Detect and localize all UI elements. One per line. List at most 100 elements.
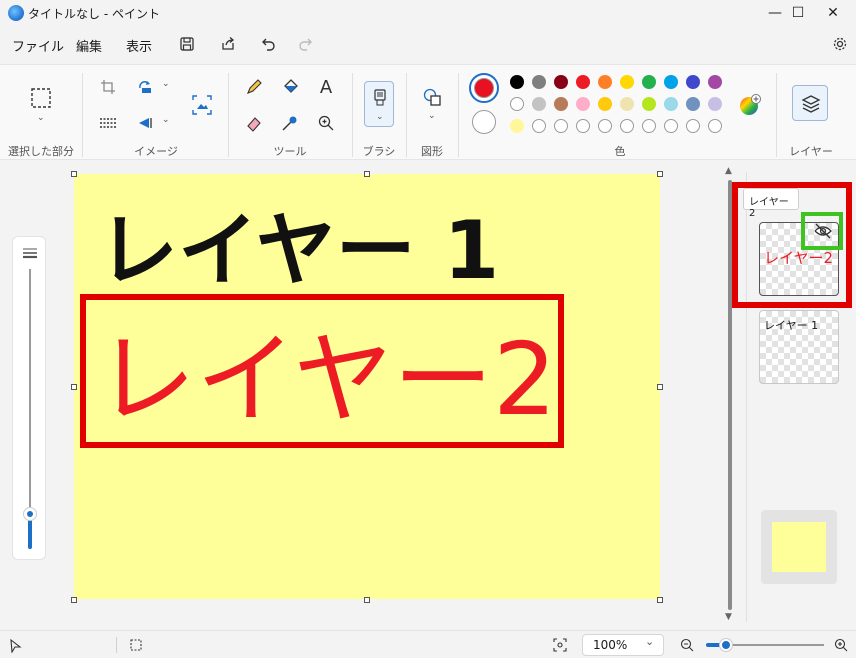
chevron-down-icon[interactable]: ⌄ (428, 111, 436, 121)
color-swatch[interactable] (510, 119, 524, 133)
color-swatch[interactable] (510, 75, 524, 89)
save-icon[interactable] (177, 34, 197, 54)
color-swatch[interactable] (598, 75, 612, 89)
slider-thumb[interactable] (23, 507, 37, 521)
resize-handle-right[interactable] (657, 384, 663, 390)
color-swatch[interactable] (576, 75, 590, 89)
color-swatch[interactable] (620, 97, 634, 111)
color-swatch[interactable] (576, 97, 590, 111)
edit-colors-icon[interactable] (738, 93, 762, 117)
chevron-down-icon[interactable]: ⌄ (37, 113, 45, 123)
color-swatch[interactable] (532, 75, 546, 89)
resize-handle-bottom[interactable] (364, 597, 370, 603)
empty-color-slot[interactable] (532, 119, 546, 133)
ribbon-divider (458, 73, 459, 157)
color-swatch[interactable] (664, 75, 678, 89)
background-layer-item[interactable] (761, 510, 837, 584)
group-label-tools: ツール (273, 145, 307, 158)
paint-app-icon (8, 5, 24, 21)
color-swatch[interactable] (510, 97, 524, 111)
zoom-out-icon[interactable] (680, 638, 694, 652)
select-rectangle-icon[interactable] (28, 85, 54, 111)
color-swatch[interactable] (554, 75, 568, 89)
ribbon-divider (776, 73, 777, 157)
color-swatch[interactable] (620, 75, 634, 89)
pencil-icon[interactable] (242, 75, 266, 99)
status-bar: 100% ⌄ (0, 630, 856, 658)
color-swatch[interactable] (642, 75, 656, 89)
layers-button[interactable] (792, 85, 828, 121)
chevron-down-icon: ⌄ (376, 112, 384, 122)
magnifier-icon[interactable] (314, 111, 338, 135)
zoom-dropdown[interactable]: 100% ⌄ (582, 634, 664, 656)
selection-size-icon (130, 639, 142, 651)
brush-button[interactable]: ⌄ (364, 81, 394, 127)
settings-gear-icon[interactable] (830, 34, 850, 54)
color-swatch[interactable] (532, 97, 546, 111)
secondary-color-button[interactable] (472, 110, 496, 134)
resize-handle-top[interactable] (364, 171, 370, 177)
scroll-up-icon[interactable]: ▲ (725, 166, 732, 176)
zoom-value: 100% (593, 638, 628, 652)
resize-handle-top-left[interactable] (71, 171, 77, 177)
menu-file[interactable]: ファイル (12, 36, 64, 55)
color-swatch[interactable] (642, 97, 656, 111)
drawing-canvas[interactable]: レイヤー 1 レイヤー2 (74, 174, 660, 599)
zoom-in-icon[interactable] (834, 638, 848, 652)
color-swatch[interactable] (708, 97, 722, 111)
color-picker-icon[interactable] (278, 111, 302, 135)
brush-size-slider[interactable] (12, 236, 46, 560)
eraser-icon[interactable] (242, 111, 266, 135)
color-swatch[interactable] (664, 97, 678, 111)
fit-to-window-icon[interactable] (553, 638, 567, 652)
color-swatch[interactable] (554, 97, 568, 111)
status-divider (116, 637, 117, 653)
empty-color-slot[interactable] (598, 119, 612, 133)
rotate-icon[interactable] (134, 75, 158, 99)
empty-color-slot[interactable] (642, 119, 656, 133)
shapes-icon[interactable] (420, 85, 444, 109)
color-swatch[interactable] (686, 97, 700, 111)
resize-icon[interactable] (96, 111, 120, 135)
chevron-down-icon[interactable]: ⌄ (162, 115, 170, 125)
empty-color-slot[interactable] (686, 119, 700, 133)
resize-handle-bottom-right[interactable] (657, 597, 663, 603)
layer2-highlight-box (80, 294, 564, 448)
menu-edit[interactable]: 編集 (76, 36, 102, 55)
ribbon-divider (228, 73, 229, 157)
color-swatch[interactable] (708, 75, 722, 89)
empty-color-slot[interactable] (620, 119, 634, 133)
text-tool-icon[interactable]: A (314, 75, 338, 99)
layer-item-1[interactable]: レイヤー 1 (759, 310, 839, 384)
group-label-image: イメージ (134, 145, 178, 158)
resize-handle-top-right[interactable] (657, 171, 663, 177)
ribbon-divider (352, 73, 353, 157)
resize-handle-left[interactable] (71, 384, 77, 390)
ribbon: ⌄ 選択した部分 ⌄ ⌄ イメージ A ツール ⌄ ブラシ ⌄ 図形 色 レイヤ… (0, 64, 856, 160)
empty-color-slot[interactable] (708, 119, 722, 133)
close-button[interactable]: ✕ (810, 0, 856, 26)
primary-color-button[interactable] (469, 73, 499, 103)
flip-icon[interactable] (134, 111, 158, 135)
redo-icon[interactable] (296, 34, 316, 54)
crop-icon[interactable] (96, 75, 120, 99)
brush-icon (374, 89, 386, 106)
color-swatch[interactable] (598, 97, 612, 111)
color-swatch[interactable] (686, 75, 700, 89)
menu-view[interactable]: 表示 (126, 36, 152, 55)
resize-handle-bottom-left[interactable] (71, 597, 77, 603)
empty-color-slot[interactable] (664, 119, 678, 133)
chevron-down-icon[interactable]: ⌄ (162, 79, 170, 89)
empty-color-slot[interactable] (576, 119, 590, 133)
image-select-icon[interactable] (190, 93, 214, 117)
share-icon[interactable] (218, 34, 238, 54)
group-label-layers: レイヤー (789, 145, 833, 158)
zoom-slider-thumb[interactable] (720, 639, 732, 651)
pointer-icon (10, 639, 22, 653)
fill-bucket-icon[interactable] (278, 75, 302, 99)
scroll-down-icon[interactable]: ▼ (725, 612, 732, 622)
empty-color-slot[interactable] (554, 119, 568, 133)
undo-icon[interactable] (258, 34, 278, 54)
ribbon-divider (82, 73, 83, 157)
group-label-selection: 選択した部分 (8, 145, 74, 158)
